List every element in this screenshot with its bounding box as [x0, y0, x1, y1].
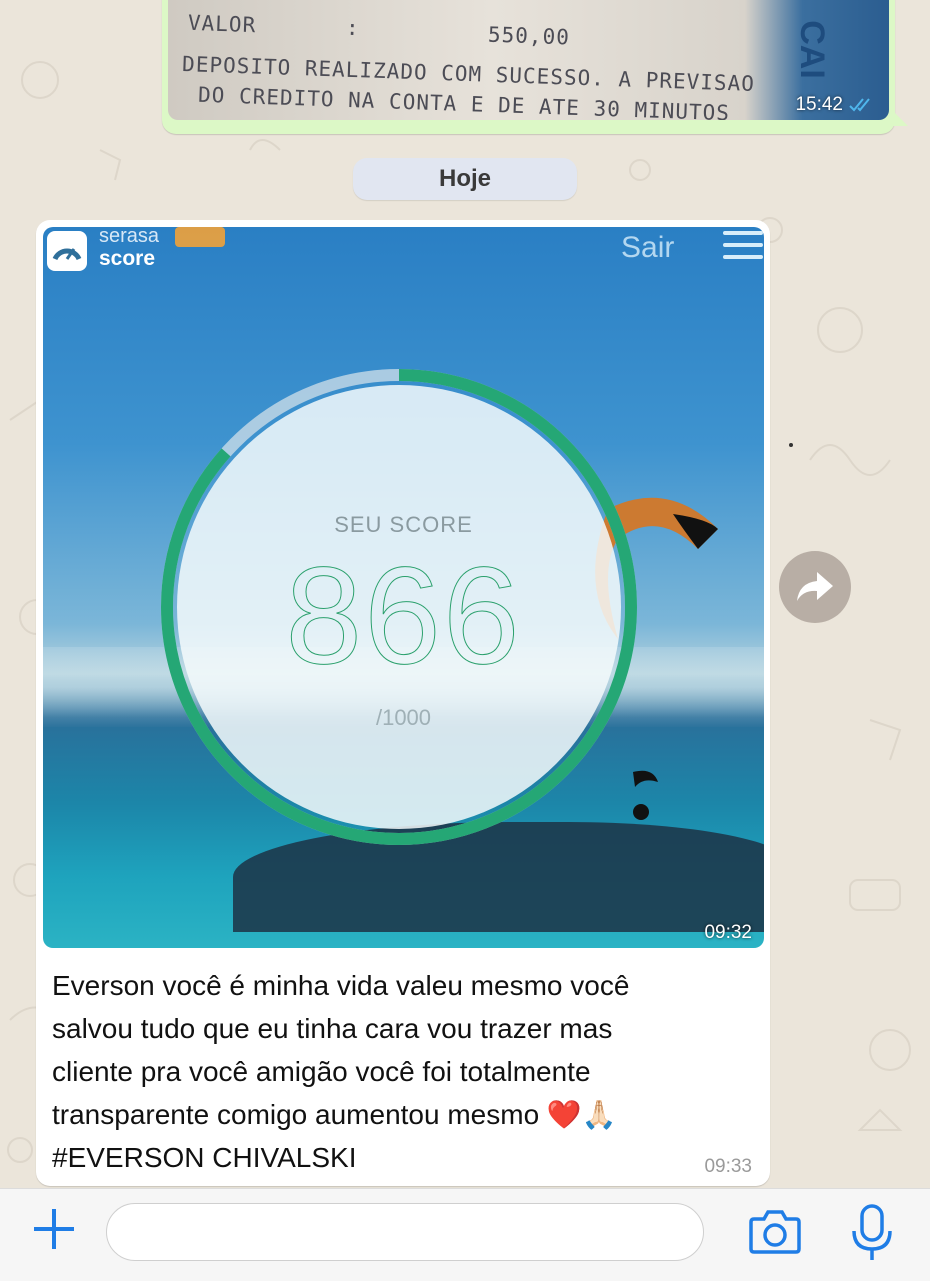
- sair-link: Sair: [621, 231, 675, 264]
- receipt-colon: :: [345, 15, 361, 41]
- plus-icon: [34, 1209, 74, 1249]
- outgoing-image-message[interactable]: VALOR : 550,00 DEPOSITO REALIZADO COM SU…: [162, 0, 895, 134]
- message-line-4: transparente comigo aumentou mesmo ❤️🙏🏻: [52, 1099, 617, 1130]
- message-input-bar: [0, 1188, 930, 1281]
- bubble-tail: [890, 108, 908, 126]
- brand-subtitle: score: [99, 247, 156, 270]
- brand-badge: [175, 227, 225, 247]
- image-timestamp: 09:32: [704, 922, 752, 943]
- serasa-score-photo[interactable]: serasa score Sair SEU SCORE 866 /1000 09…: [43, 227, 764, 948]
- serasa-logo-icon: [47, 231, 87, 271]
- timestamp-text: 15:42: [795, 94, 843, 115]
- hamburger-menu-icon: [723, 231, 763, 265]
- incoming-message[interactable]: serasa score Sair SEU SCORE 866 /1000 09…: [36, 220, 770, 1186]
- deposit-receipt-photo[interactable]: VALOR : 550,00 DEPOSITO REALIZADO COM SU…: [168, 0, 889, 120]
- message-line-2: salvou tudo que eu tinha cara vou trazer…: [52, 1013, 613, 1044]
- message-line-3: cliente pra você amigão você foi totalme…: [52, 1056, 591, 1087]
- message-text: Everson você é minha vida valeu mesmo vo…: [52, 964, 752, 1179]
- double-check-icon: [849, 98, 870, 112]
- camera-icon: [749, 1210, 801, 1254]
- forward-arrow-icon: [797, 572, 833, 601]
- forward-button[interactable]: [779, 551, 851, 623]
- stray-dot: [789, 443, 793, 447]
- message-timestamp: 15:42: [795, 94, 875, 116]
- date-divider: Hoje: [353, 158, 577, 200]
- message-line-5: #EVERSON CHIVALSKI: [52, 1142, 357, 1173]
- receipt-value: 550,00: [487, 22, 571, 50]
- receipt-label-valor: VALOR: [187, 10, 257, 38]
- microphone-icon: [852, 1204, 892, 1260]
- score-label: SEU SCORE: [334, 512, 473, 537]
- score-max: /1000: [375, 705, 432, 730]
- message-line-1: Everson você é minha vida valeu mesmo vo…: [52, 970, 630, 1001]
- score-value: 866: [285, 539, 522, 694]
- camera-button[interactable]: [748, 1207, 802, 1255]
- microphone-button[interactable]: [850, 1203, 894, 1263]
- attach-button[interactable]: [30, 1205, 78, 1253]
- message-input[interactable]: [106, 1203, 704, 1261]
- message-timestamp: 09:33: [704, 1156, 752, 1177]
- receipt-side-text: CAI: [793, 20, 832, 79]
- brand-name: serasa: [99, 227, 160, 247]
